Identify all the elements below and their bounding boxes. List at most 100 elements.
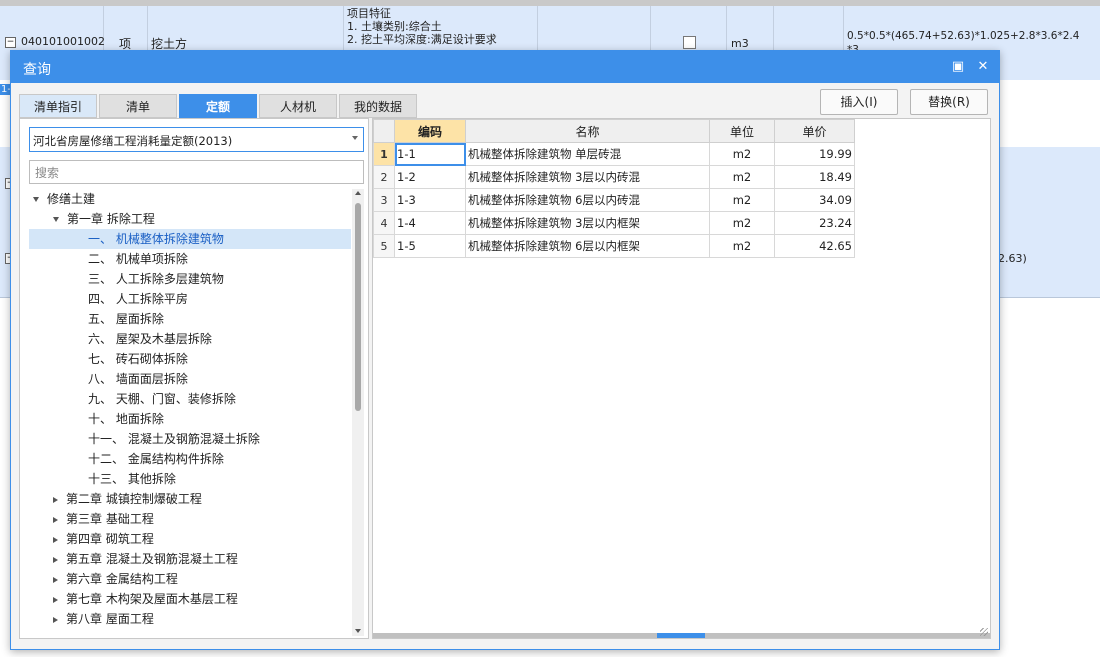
price-cell[interactable]: 23.24 bbox=[774, 211, 855, 235]
tree-item[interactable]: 五、 屋面拆除 bbox=[29, 309, 351, 329]
collapsed-arrow-icon[interactable] bbox=[53, 536, 58, 543]
code-cell[interactable]: 1-3 bbox=[394, 188, 466, 212]
tree-item[interactable]: 四、 人工拆除平房 bbox=[29, 289, 351, 309]
row-formula-tail: 2.63) bbox=[998, 252, 1027, 265]
tree-scrollbar[interactable] bbox=[352, 189, 364, 636]
tree-item[interactable]: 九、 天棚、门窗、装修拆除 bbox=[29, 389, 351, 409]
tree-item[interactable]: 十三、 其他拆除 bbox=[29, 469, 351, 489]
row-number[interactable]: 3 bbox=[373, 188, 395, 212]
collapsed-arrow-icon[interactable] bbox=[53, 576, 58, 583]
tree-item-label: 三、 人工拆除多层建筑物 bbox=[88, 272, 224, 286]
tree-item-label: 九、 天棚、门窗、装修拆除 bbox=[88, 392, 236, 406]
code-cell[interactable]: 1-1 bbox=[394, 142, 466, 166]
tab-labor-material-machine[interactable]: 人材机 bbox=[259, 94, 337, 118]
tree-item[interactable]: 第四章 砌筑工程 bbox=[29, 529, 351, 549]
tree-item-label: 五、 屋面拆除 bbox=[88, 312, 164, 326]
column-header-name[interactable]: 名称 bbox=[465, 119, 710, 143]
close-icon[interactable]: ✕ bbox=[974, 58, 992, 76]
search-field[interactable] bbox=[29, 160, 364, 184]
column-header-unit[interactable]: 单位 bbox=[709, 119, 775, 143]
name-cell[interactable]: 机械整体拆除建筑物 单层砖混 bbox=[465, 142, 710, 166]
collapsed-arrow-icon[interactable] bbox=[53, 596, 58, 603]
column-header-code[interactable]: 编码 bbox=[394, 119, 466, 143]
tab-bill[interactable]: 清单 bbox=[99, 94, 177, 118]
code-cell[interactable]: 1-2 bbox=[394, 165, 466, 189]
scroll-down-icon[interactable] bbox=[355, 629, 361, 633]
code-cell[interactable]: 1-5 bbox=[394, 234, 466, 258]
row-checkbox[interactable] bbox=[683, 36, 696, 49]
unit-cell[interactable]: m2 bbox=[709, 142, 775, 166]
chevron-down-icon[interactable] bbox=[352, 136, 358, 140]
tree-item-label: 七、 砖石砌体拆除 bbox=[88, 352, 188, 366]
price-cell[interactable]: 18.49 bbox=[774, 165, 855, 189]
tree-item[interactable]: 十二、 金属结构构件拆除 bbox=[29, 449, 351, 469]
unit-cell[interactable]: m2 bbox=[709, 234, 775, 258]
tree-item[interactable]: 第九章 防水工程 bbox=[29, 629, 351, 632]
name-cell[interactable]: 机械整体拆除建筑物 3层以内框架 bbox=[465, 211, 710, 235]
row-number[interactable]: 4 bbox=[373, 211, 395, 235]
table-row[interactable]: 5 1-5 机械整体拆除建筑物 6层以内框架 m2 42.65 bbox=[373, 234, 855, 258]
tree-item[interactable]: 第三章 基础工程 bbox=[29, 509, 351, 529]
unit-cell[interactable]: m2 bbox=[709, 211, 775, 235]
unit-cell[interactable]: m2 bbox=[709, 188, 775, 212]
price-cell[interactable]: 19.99 bbox=[774, 142, 855, 166]
row-number[interactable]: 1 bbox=[373, 142, 395, 166]
replace-button[interactable]: 替换(R) bbox=[910, 89, 988, 115]
scroll-up-icon[interactable] bbox=[355, 191, 361, 195]
feature-line: 1. 土壤类别:综合土 bbox=[347, 20, 442, 33]
name-cell[interactable]: 机械整体拆除建筑物 6层以内框架 bbox=[465, 234, 710, 258]
quota-library-select[interactable]: 河北省房屋修缮工程消耗量定额(2013) bbox=[29, 127, 364, 152]
collapsed-arrow-icon[interactable] bbox=[53, 496, 58, 503]
tree-item[interactable]: 六、 屋架及木基层拆除 bbox=[29, 329, 351, 349]
tree-item[interactable]: 十一、 混凝土及钢筋混凝土拆除 bbox=[29, 429, 351, 449]
row-number[interactable]: 2 bbox=[373, 165, 395, 189]
expanded-arrow-icon[interactable] bbox=[33, 197, 39, 202]
code-cell[interactable]: 1-4 bbox=[394, 211, 466, 235]
collapsed-arrow-icon[interactable] bbox=[53, 516, 58, 523]
column-header-price[interactable]: 单价 bbox=[774, 119, 855, 143]
tree-item[interactable]: 八、 墙面面层拆除 bbox=[29, 369, 351, 389]
resize-grip-icon[interactable] bbox=[980, 628, 988, 636]
splitter-grip-icon[interactable] bbox=[657, 633, 705, 638]
price-cell[interactable]: 34.09 bbox=[774, 188, 855, 212]
tree-item[interactable]: 七、 砖石砌体拆除 bbox=[29, 349, 351, 369]
feature-line: 2. 挖土平均深度:满足设计要求 bbox=[347, 33, 497, 46]
tree-item[interactable]: 第五章 混凝土及钢筋混凝土工程 bbox=[29, 549, 351, 569]
price-cell[interactable]: 42.65 bbox=[774, 234, 855, 258]
row-number-header bbox=[373, 119, 395, 143]
tab-my-data[interactable]: 我的数据 bbox=[339, 94, 417, 118]
tree-item[interactable]: 第七章 木构架及屋面木基层工程 bbox=[29, 589, 351, 609]
table-row[interactable]: 4 1-4 机械整体拆除建筑物 3层以内框架 m2 23.24 bbox=[373, 211, 855, 235]
search-input[interactable] bbox=[33, 162, 357, 184]
tree-item-label: 第四章 砌筑工程 bbox=[66, 532, 154, 546]
tree-item[interactable]: 第八章 屋面工程 bbox=[29, 609, 351, 629]
tree-item-label: 修缮土建 bbox=[47, 192, 96, 206]
tree-item-label: 四、 人工拆除平房 bbox=[88, 292, 188, 306]
tree-item[interactable]: 十、 地面拆除 bbox=[29, 409, 351, 429]
table-row[interactable]: 3 1-3 机械整体拆除建筑物 6层以内砖混 m2 34.09 bbox=[373, 188, 855, 212]
tree-item[interactable]: 第二章 城镇控制爆破工程 bbox=[29, 489, 351, 509]
table-row[interactable]: 2 1-2 机械整体拆除建筑物 3层以内砖混 m2 18.49 bbox=[373, 165, 855, 189]
feature-title: 项目特征 bbox=[347, 7, 391, 20]
tree-item[interactable]: 修缮土建 bbox=[29, 189, 351, 209]
tree-item-selected[interactable]: 一、 机械整体拆除建筑物 bbox=[29, 229, 351, 249]
tab-bill-guide[interactable]: 清单指引 bbox=[19, 94, 97, 118]
collapsed-arrow-icon[interactable] bbox=[53, 616, 58, 623]
tree-item[interactable]: 三、 人工拆除多层建筑物 bbox=[29, 269, 351, 289]
table-row[interactable]: 1 1-1 机械整体拆除建筑物 单层砖混 m2 19.99 bbox=[373, 142, 855, 166]
horizontal-splitter[interactable] bbox=[373, 633, 990, 638]
tree-item[interactable]: 第六章 金属结构工程 bbox=[29, 569, 351, 589]
collapsed-arrow-icon[interactable] bbox=[53, 556, 58, 563]
name-cell[interactable]: 机械整体拆除建筑物 6层以内砖混 bbox=[465, 188, 710, 212]
dialog-titlebar[interactable]: 查询 ▣ ✕ bbox=[11, 51, 999, 83]
insert-button[interactable]: 插入(I) bbox=[820, 89, 898, 115]
tab-quota[interactable]: 定额 bbox=[179, 94, 257, 118]
maximize-icon[interactable]: ▣ bbox=[949, 58, 967, 76]
tree-item[interactable]: 第一章 拆除工程 bbox=[29, 209, 351, 229]
row-number[interactable]: 5 bbox=[373, 234, 395, 258]
name-cell[interactable]: 机械整体拆除建筑物 3层以内砖混 bbox=[465, 165, 710, 189]
expanded-arrow-icon[interactable] bbox=[53, 217, 59, 222]
unit-cell[interactable]: m2 bbox=[709, 165, 775, 189]
tree-item[interactable]: 二、 机械单项拆除 bbox=[29, 249, 351, 269]
scroll-thumb[interactable] bbox=[355, 203, 361, 411]
